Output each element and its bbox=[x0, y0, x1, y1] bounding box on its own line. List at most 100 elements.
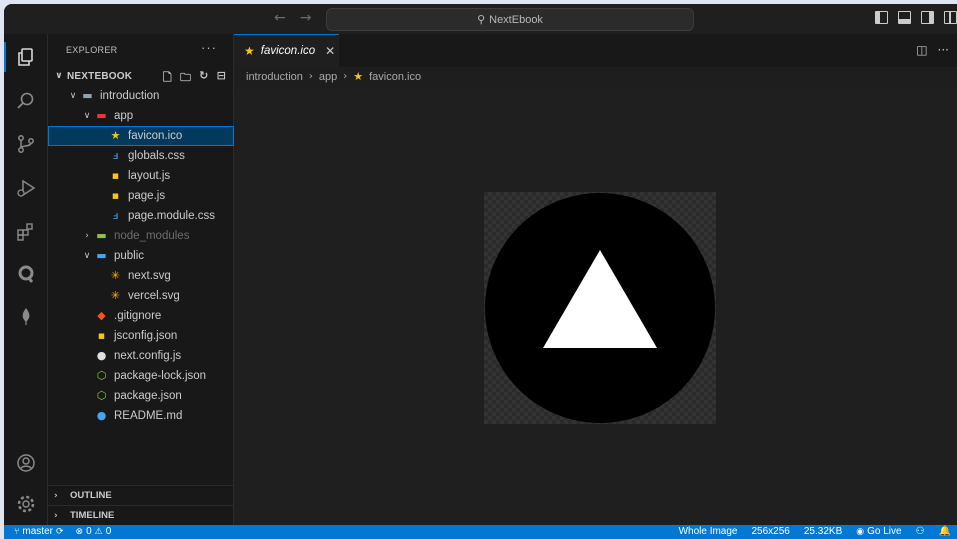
tree-item[interactable]: ⬡ package-lock.json bbox=[48, 366, 234, 386]
breadcrumb-item[interactable]: app bbox=[319, 71, 337, 83]
accounts-icon[interactable]: ⚇ bbox=[916, 526, 925, 537]
star-icon: ★ bbox=[353, 70, 364, 83]
toggle-secondary-sidebar-icon[interactable] bbox=[921, 11, 934, 24]
tree-item-label: globals.css bbox=[128, 150, 185, 162]
image-preview[interactable] bbox=[484, 192, 716, 424]
toggle-panel-icon[interactable] bbox=[898, 11, 911, 24]
workspace-root[interactable]: ∨ NEXTEBOOK 🗋 🗀 ↻ ⊟ bbox=[48, 66, 234, 86]
chevron-right-icon: › bbox=[54, 510, 58, 521]
bell-icon[interactable]: 🔔 bbox=[939, 526, 951, 537]
star-icon: ★ bbox=[110, 129, 121, 142]
tab-favicon[interactable]: ★ favicon.ico ✕ bbox=[234, 34, 339, 67]
tree-item[interactable]: ▪ jsconfig.json bbox=[48, 326, 234, 346]
tree-item[interactable]: ● next.config.js bbox=[48, 346, 234, 366]
image-size: 25.32KB bbox=[803, 526, 843, 537]
gear-icon[interactable] bbox=[14, 492, 38, 516]
split-editor-icon[interactable]: ◫ bbox=[916, 43, 927, 57]
image-dimensions: 256x256 bbox=[751, 526, 790, 537]
chevron-down-icon: ∨ bbox=[83, 111, 91, 121]
tree-item[interactable]: ⬡ package.json bbox=[48, 386, 234, 406]
breadcrumb: introduction › app › ★ favicon.ico bbox=[246, 70, 421, 83]
problems-indicator[interactable]: ⊗ 0 ⚠ 0 bbox=[76, 526, 112, 537]
branch-icon: ⑂ bbox=[14, 526, 20, 537]
tree-item-label: vercel.svg bbox=[128, 290, 180, 302]
tree-item[interactable]: ∨ ▬ app bbox=[48, 106, 234, 126]
toggle-primary-sidebar-icon[interactable] bbox=[875, 11, 888, 24]
tree-item[interactable]: ◆ .gitignore bbox=[48, 306, 234, 326]
tree-item[interactable]: ▪ page.js bbox=[48, 186, 234, 206]
chevron-down-icon: ∨ bbox=[55, 71, 63, 81]
tree-item-label: public bbox=[114, 250, 145, 262]
layout-controls bbox=[875, 11, 957, 24]
image-zoom-mode[interactable]: Whole Image bbox=[679, 526, 738, 537]
tree-item-label: package.json bbox=[114, 390, 182, 402]
tree-item[interactable]: ▪ layout.js bbox=[48, 166, 234, 186]
extensions-icon[interactable] bbox=[14, 220, 38, 244]
svg-icon: ✳ bbox=[110, 269, 121, 282]
breadcrumb-item[interactable]: favicon.ico bbox=[369, 71, 421, 83]
tree-item-label: favicon.ico bbox=[128, 130, 183, 142]
app-folder-icon: ▬ bbox=[96, 109, 107, 122]
next-icon: ● bbox=[96, 349, 107, 362]
arrow-left-icon[interactable]: ← bbox=[274, 10, 286, 26]
tree-item[interactable]: ✳ vercel.svg bbox=[48, 286, 234, 306]
tree-item-label: jsconfig.json bbox=[114, 330, 178, 342]
tree-item[interactable]: › ▬ node_modules bbox=[48, 226, 234, 246]
more-actions-icon[interactable]: ··· bbox=[938, 43, 949, 57]
command-center-search[interactable]: ⚲ NextEbook bbox=[326, 8, 694, 31]
breadcrumb-item[interactable]: introduction bbox=[246, 71, 303, 83]
tree-item[interactable]: ⅎ globals.css bbox=[48, 146, 234, 166]
favicon-image bbox=[485, 193, 715, 423]
tree-item[interactable]: ⅎ page.module.css bbox=[48, 206, 234, 226]
chevron-right-icon: › bbox=[308, 71, 313, 82]
arrow-right-icon[interactable]: → bbox=[300, 10, 312, 26]
gitlens-icon[interactable] bbox=[14, 262, 38, 286]
outline-section[interactable]: › OUTLINE bbox=[48, 485, 234, 505]
chevron-down-icon: ∨ bbox=[83, 251, 91, 261]
svg-icon: ✳ bbox=[110, 289, 121, 302]
vscode-window: ← → ⚲ NextEbook EXPLORER ··· ∨ NEXTEBOOK… bbox=[4, 4, 957, 539]
tree-item-label: layout.js bbox=[128, 170, 171, 182]
info-icon: ● bbox=[96, 409, 107, 422]
customize-layout-icon[interactable] bbox=[944, 11, 957, 24]
timeline-label: TIMELINE bbox=[70, 510, 115, 521]
explorer-icon[interactable] bbox=[14, 45, 38, 69]
activity-bar bbox=[4, 34, 48, 525]
source-control-icon[interactable] bbox=[14, 132, 38, 156]
file-tree: ∨ NEXTEBOOK 🗋 🗀 ↻ ⊟ ∨ ▬ introduction ∨ ▬ app ★… bbox=[48, 66, 234, 426]
chevron-right-icon: › bbox=[343, 71, 348, 82]
folder-icon: ▬ bbox=[82, 89, 93, 102]
tree-item-label: .gitignore bbox=[114, 310, 162, 322]
timeline-section[interactable]: › TIMELINE bbox=[48, 505, 234, 525]
css-icon: ⅎ bbox=[112, 209, 119, 222]
editor-actions: ◫ ··· bbox=[916, 43, 949, 57]
error-count: 0 bbox=[86, 526, 92, 537]
branch-indicator[interactable]: ⑂ master ⟳ bbox=[14, 526, 64, 537]
tree-item[interactable]: ∨ ▬ introduction bbox=[48, 86, 234, 106]
tab-label: favicon.ico bbox=[260, 45, 316, 57]
explorer-title: EXPLORER bbox=[66, 45, 118, 55]
go-live-button[interactable]: ◉ Go Live bbox=[856, 526, 901, 537]
more-actions-icon[interactable]: ··· bbox=[201, 40, 217, 55]
run-debug-icon[interactable] bbox=[14, 176, 38, 200]
tree-item[interactable]: ● README.md bbox=[48, 406, 234, 426]
error-icon: ⊗ bbox=[75, 526, 84, 537]
account-icon[interactable] bbox=[14, 451, 38, 475]
js-icon: ▪ bbox=[97, 329, 106, 342]
tree-item[interactable]: ∨ ▬ public bbox=[48, 246, 234, 266]
outline-label: OUTLINE bbox=[70, 490, 112, 501]
tree-item[interactable]: ★ favicon.ico bbox=[48, 126, 234, 146]
tree-item[interactable]: ✳ next.svg bbox=[48, 266, 234, 286]
search-icon[interactable] bbox=[14, 89, 38, 113]
sync-icon: ⟳ bbox=[55, 526, 64, 537]
tree-item-label: app bbox=[114, 110, 134, 122]
command-center-label: NextEbook bbox=[489, 13, 543, 26]
js-icon: ▪ bbox=[111, 169, 120, 182]
workspace-root-label: NEXTEBOOK bbox=[67, 70, 133, 82]
close-icon[interactable]: ✕ bbox=[325, 44, 335, 58]
public-folder-icon: ▬ bbox=[96, 249, 107, 262]
tree-item-label: README.md bbox=[114, 410, 183, 422]
warning-count: 0 bbox=[105, 526, 112, 537]
mongodb-leaf-icon[interactable] bbox=[14, 304, 38, 328]
tree-item-label: next.config.js bbox=[114, 350, 182, 362]
